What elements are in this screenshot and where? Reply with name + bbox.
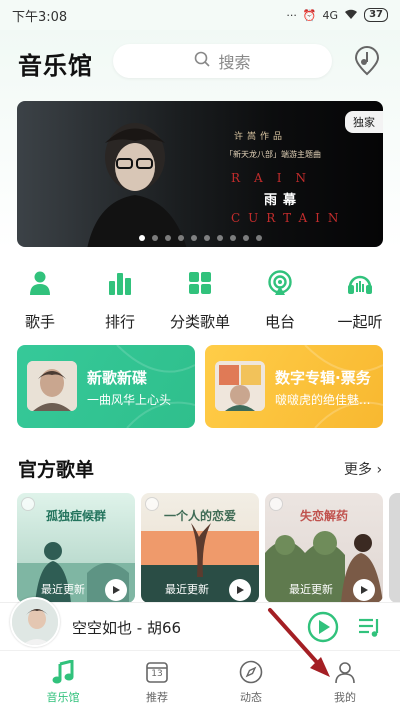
tab-mine[interactable]: 我的 — [298, 651, 392, 711]
banner-line1: 许嵩作品 — [234, 132, 287, 142]
promo-title: 新歌新碟 — [87, 369, 148, 387]
now-playing-title: 空空如也 - 胡66 — [72, 619, 182, 637]
playlist-card-partial[interactable] — [389, 493, 400, 603]
now-playing-cover — [10, 597, 60, 647]
banner-dot — [164, 235, 171, 241]
category-chart[interactable]: 排行 — [80, 267, 160, 337]
playlist-title: 失恋解药 — [299, 509, 348, 523]
banner-line4: 雨幕 — [264, 193, 303, 208]
digital-album-cover — [215, 361, 265, 411]
search-icon — [194, 51, 211, 71]
category-label: 一起听 — [337, 313, 383, 331]
category-label: 分类歌单 — [169, 313, 230, 331]
category-label: 排行 — [104, 313, 135, 331]
alarm-icon: ⏰ — [302, 8, 317, 22]
new-songs-cover — [27, 361, 77, 411]
bottom-tab-bar: 音乐馆 13 推荐 动态 我的 — [0, 650, 400, 711]
banner-dot — [177, 235, 184, 241]
search-label: 搜索 — [218, 53, 251, 72]
search-input[interactable]: 搜索 — [113, 44, 332, 78]
header: 音乐馆 搜索 — [0, 36, 400, 88]
tab-label: 动态 — [240, 691, 262, 704]
tab-feed[interactable]: 动态 — [204, 651, 298, 711]
signal-label: 4G — [322, 8, 339, 22]
banner-dot — [190, 235, 197, 241]
category-singer[interactable]: 歌手 — [0, 267, 80, 337]
banner-pagination — [17, 235, 383, 241]
official-playlists-title: 官方歌单 — [18, 459, 95, 481]
banner-dot — [151, 235, 158, 241]
playlist-update-label: 最近更新 — [165, 583, 209, 596]
compass-icon — [238, 659, 264, 685]
calendar-icon: 13 — [144, 659, 170, 685]
playlist-title: 一个人的恋爱 — [163, 509, 236, 523]
category-playlists[interactable]: 分类歌单 — [160, 267, 240, 337]
promo-subtitle: 啵啵虎的绝佳魅... — [275, 393, 371, 407]
category-label: 歌手 — [24, 313, 55, 331]
dots-icon: ··· — [286, 8, 297, 22]
tab-label: 推荐 — [146, 691, 168, 704]
playlist-update-label: 最近更新 — [41, 583, 85, 596]
battery-level: 37 — [364, 8, 388, 22]
playlist-title: 孤独症候群 — [45, 509, 106, 523]
banner-dot — [138, 235, 145, 241]
playlist-card[interactable]: 一个人的恋爱 最近更新 — [141, 493, 259, 603]
banner-dot — [229, 235, 236, 241]
playlist-card[interactable]: 孤独症候群 最近更新 — [17, 493, 135, 603]
banner-dot — [255, 235, 262, 241]
tab-label: 我的 — [334, 691, 356, 704]
more-link[interactable]: 更多 › — [344, 459, 382, 479]
promo-title: 数字专辑·票务 — [275, 369, 371, 387]
featured-banner[interactable]: 独家 许嵩作品 「新天龙八部」端游主题曲 RAIN 雨幕 CURTAIN — [17, 101, 383, 247]
promo-subtitle: 一曲风华上心头 — [87, 393, 172, 407]
status-time: 下午3:08 — [12, 9, 68, 25]
more-label: 更多 — [344, 462, 372, 478]
chevron-right-icon: › — [376, 462, 383, 478]
calendar-date: 13 — [151, 669, 163, 679]
status-bar: 下午3:08 ··· ⏰ 4G 37 — [0, 0, 400, 30]
banner-dot — [216, 235, 223, 241]
status-icons: ··· ⏰ 4G 37 — [286, 8, 388, 23]
banner-dot — [203, 235, 210, 241]
banner-dot — [242, 235, 249, 241]
wifi-icon — [344, 8, 358, 23]
play-icon — [113, 586, 120, 594]
banner-line3: RAIN — [231, 171, 320, 185]
user-icon — [332, 659, 358, 685]
singer-icon — [24, 267, 56, 299]
playlist-play-button[interactable] — [229, 579, 251, 601]
playlist-queue-button[interactable] — [357, 615, 381, 639]
playlist-play-button[interactable] — [105, 579, 127, 601]
page-title: 音乐馆 — [18, 52, 93, 80]
playlist-update-label: 最近更新 — [289, 583, 333, 596]
new-songs-card[interactable]: 新歌新碟 一曲风华上心头 — [17, 345, 195, 428]
music-note-icon — [50, 659, 76, 685]
play-icon — [237, 586, 244, 594]
banner-line5: CURTAIN — [231, 211, 347, 225]
category-radio[interactable]: 电台 — [240, 267, 320, 337]
tab-music-hall[interactable]: 音乐馆 — [16, 651, 110, 711]
tab-label: 音乐馆 — [46, 691, 80, 704]
voice-recognize-icon — [354, 46, 380, 76]
category-listen-together[interactable]: 一起听 — [320, 267, 400, 337]
banner-line2: 「新天龙八部」端游主题曲 — [225, 150, 321, 159]
play-pause-button[interactable] — [307, 611, 339, 643]
headphones-icon — [344, 267, 376, 299]
play-icon — [361, 586, 368, 594]
category-icon — [184, 267, 216, 299]
category-label: 电台 — [264, 313, 295, 331]
digital-album-card[interactable]: 数字专辑·票务 啵啵虎的绝佳魅... — [205, 345, 383, 428]
exclusive-badge: 独家 — [345, 111, 383, 133]
playlist-play-button[interactable] — [353, 579, 375, 601]
tab-recommend[interactable]: 13 推荐 — [110, 651, 204, 711]
banner-artist-image — [87, 123, 187, 247]
playlist-card[interactable]: 失恋解药 最近更新 — [265, 493, 383, 603]
category-nav: 歌手 排行 分类歌单 电台 一起听 — [0, 267, 400, 337]
chart-icon — [104, 267, 136, 299]
voice-recognize-button[interactable] — [350, 42, 384, 80]
radio-icon — [264, 267, 296, 299]
mini-player[interactable]: 空空如也 - 胡66 — [0, 597, 400, 650]
